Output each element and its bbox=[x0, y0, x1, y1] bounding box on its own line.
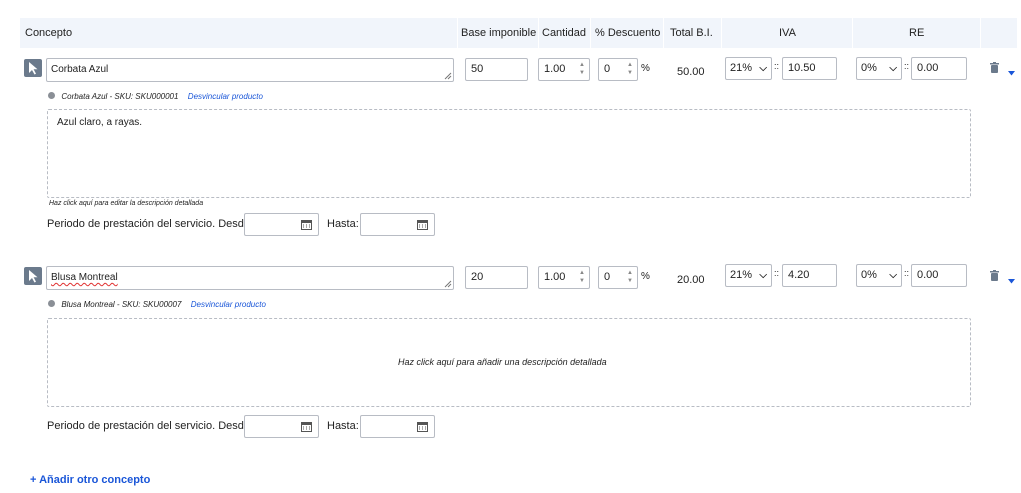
calendar-icon[interactable] bbox=[301, 421, 312, 435]
re-amount-input[interactable]: 0.00 bbox=[911, 264, 967, 287]
iva-amount-value: 4.20 bbox=[788, 269, 810, 281]
base-value: 50 bbox=[471, 63, 484, 75]
header-iva: IVA bbox=[779, 27, 796, 39]
chevron-down-icon: ⌵ bbox=[759, 270, 767, 281]
re-rate-value: 0% bbox=[861, 62, 877, 74]
quantity-value: 1.00 bbox=[544, 63, 566, 75]
calendar-icon[interactable] bbox=[301, 219, 312, 233]
re-amount-value: 0.00 bbox=[917, 269, 939, 281]
re-separator: :: bbox=[904, 61, 910, 71]
header-divider bbox=[721, 18, 722, 48]
header-descuento: % Descuento bbox=[595, 27, 661, 39]
percent-sign: % bbox=[641, 63, 650, 74]
discount-value: 0 bbox=[604, 63, 611, 75]
trash-icon[interactable] bbox=[990, 62, 999, 76]
concept-text: Corbata Azul bbox=[51, 64, 109, 75]
product-icon bbox=[48, 300, 55, 308]
resize-grip-icon[interactable] bbox=[444, 72, 452, 80]
trash-icon[interactable] bbox=[990, 270, 999, 284]
concept-text: Blusa Montreal bbox=[51, 272, 118, 283]
product-ref: Corbata Azul - SKU: SKU000001 bbox=[61, 92, 179, 101]
description-placeholder: Haz click aquí para añadir una descripci… bbox=[398, 357, 607, 367]
chevron-down-icon: ⌵ bbox=[889, 63, 897, 74]
chevron-down-icon: ⌵ bbox=[759, 63, 767, 74]
header-divider bbox=[980, 18, 981, 48]
calendar-icon[interactable] bbox=[417, 219, 428, 233]
calendar-icon[interactable] bbox=[417, 421, 428, 435]
iva-amount-value: 10.50 bbox=[788, 62, 816, 74]
base-value: 20 bbox=[471, 271, 484, 283]
select-product-button[interactable] bbox=[24, 59, 42, 77]
add-concept-link[interactable]: + Añadir otro concepto bbox=[30, 474, 150, 486]
period-label: Periodo de prestación del servicio. Desd… bbox=[47, 420, 254, 432]
re-amount-input[interactable]: 0.00 bbox=[911, 57, 967, 80]
discount-stepper[interactable]: 0 ▲ ▼ bbox=[598, 266, 638, 289]
cursor-icon bbox=[24, 267, 42, 285]
caret-down-icon[interactable] bbox=[1008, 273, 1015, 287]
product-ref: Blusa Montreal - SKU: SKU00007 bbox=[61, 300, 182, 309]
until-label: Hasta: bbox=[327, 218, 359, 230]
discount-stepper[interactable]: 0 ▲ ▼ bbox=[598, 58, 638, 81]
iva-rate-select[interactable]: 21% ⌵ bbox=[725, 264, 772, 287]
quantity-stepper[interactable]: 1.00 ▲ ▼ bbox=[538, 266, 590, 289]
discount-value: 0 bbox=[604, 271, 611, 283]
iva-rate-value: 21% bbox=[730, 62, 753, 74]
header-re: RE bbox=[909, 27, 925, 39]
date-to-input[interactable] bbox=[360, 415, 435, 438]
concept-textarea[interactable]: Corbata Azul bbox=[46, 58, 454, 82]
total-bi-value: 50.00 bbox=[677, 66, 705, 78]
header-divider bbox=[590, 18, 591, 48]
stepper-arrows-icon[interactable]: ▲ ▼ bbox=[626, 269, 634, 285]
header-concepto: Concepto bbox=[25, 27, 73, 39]
stepper-arrows-icon[interactable]: ▲ ▼ bbox=[626, 61, 634, 77]
description-text: Azul claro, a rayas. bbox=[57, 117, 143, 128]
description-box[interactable]: Azul claro, a rayas. bbox=[47, 109, 971, 198]
base-input[interactable]: 50 bbox=[465, 58, 528, 81]
header-divider bbox=[852, 18, 853, 48]
cursor-icon bbox=[24, 59, 42, 77]
product-link-line: Corbata Azul - SKU: SKU000001 Desvincula… bbox=[48, 88, 263, 102]
until-label: Hasta: bbox=[327, 420, 359, 432]
re-rate-select[interactable]: 0% ⌵ bbox=[856, 57, 902, 80]
date-from-input[interactable] bbox=[244, 213, 319, 236]
base-input[interactable]: 20 bbox=[465, 266, 528, 289]
period-label: Periodo de prestación del servicio. Desd… bbox=[47, 218, 254, 230]
re-rate-value: 0% bbox=[861, 269, 877, 281]
iva-amount-input[interactable]: 4.20 bbox=[782, 264, 837, 287]
iva-separator: :: bbox=[774, 268, 780, 278]
header-divider bbox=[538, 18, 539, 48]
re-separator: :: bbox=[904, 268, 910, 278]
date-to-input[interactable] bbox=[360, 213, 435, 236]
total-bi-value: 20.00 bbox=[677, 274, 705, 286]
re-rate-select[interactable]: 0% ⌵ bbox=[856, 264, 902, 287]
percent-sign: % bbox=[641, 271, 650, 282]
table-header: Concepto Base imponible Cantidad % Descu… bbox=[20, 18, 1017, 48]
resize-grip-icon[interactable] bbox=[444, 280, 452, 288]
select-product-button[interactable] bbox=[24, 267, 42, 285]
concept-textarea[interactable]: Blusa Montreal bbox=[46, 266, 454, 290]
iva-rate-select[interactable]: 21% ⌵ bbox=[725, 57, 772, 80]
stepper-arrows-icon[interactable]: ▲ ▼ bbox=[578, 269, 586, 285]
iva-rate-value: 21% bbox=[730, 269, 753, 281]
iva-separator: :: bbox=[774, 61, 780, 71]
date-from-input[interactable] bbox=[244, 415, 319, 438]
unlink-product-link[interactable]: Desvincular producto bbox=[191, 300, 266, 309]
header-divider bbox=[663, 18, 664, 48]
caret-down-icon[interactable] bbox=[1008, 65, 1015, 79]
stepper-arrows-icon[interactable]: ▲ ▼ bbox=[578, 61, 586, 77]
header-total: Total B.I. bbox=[670, 27, 713, 39]
re-amount-value: 0.00 bbox=[917, 62, 939, 74]
iva-amount-input[interactable]: 10.50 bbox=[782, 57, 837, 80]
header-divider bbox=[457, 18, 458, 48]
chevron-down-icon: ⌵ bbox=[889, 270, 897, 281]
description-edit-hint[interactable]: Haz click aquí para editar la descripció… bbox=[49, 200, 203, 207]
description-box[interactable]: Haz click aquí para añadir una descripci… bbox=[47, 318, 971, 407]
quantity-stepper[interactable]: 1.00 ▲ ▼ bbox=[538, 58, 590, 81]
unlink-product-link[interactable]: Desvincular producto bbox=[188, 92, 263, 101]
quantity-value: 1.00 bbox=[544, 271, 566, 283]
header-base: Base imponible bbox=[461, 27, 537, 39]
product-link-line: Blusa Montreal - SKU: SKU00007 Desvincul… bbox=[48, 296, 266, 310]
product-icon bbox=[48, 92, 55, 100]
header-cantidad: Cantidad bbox=[542, 27, 587, 39]
